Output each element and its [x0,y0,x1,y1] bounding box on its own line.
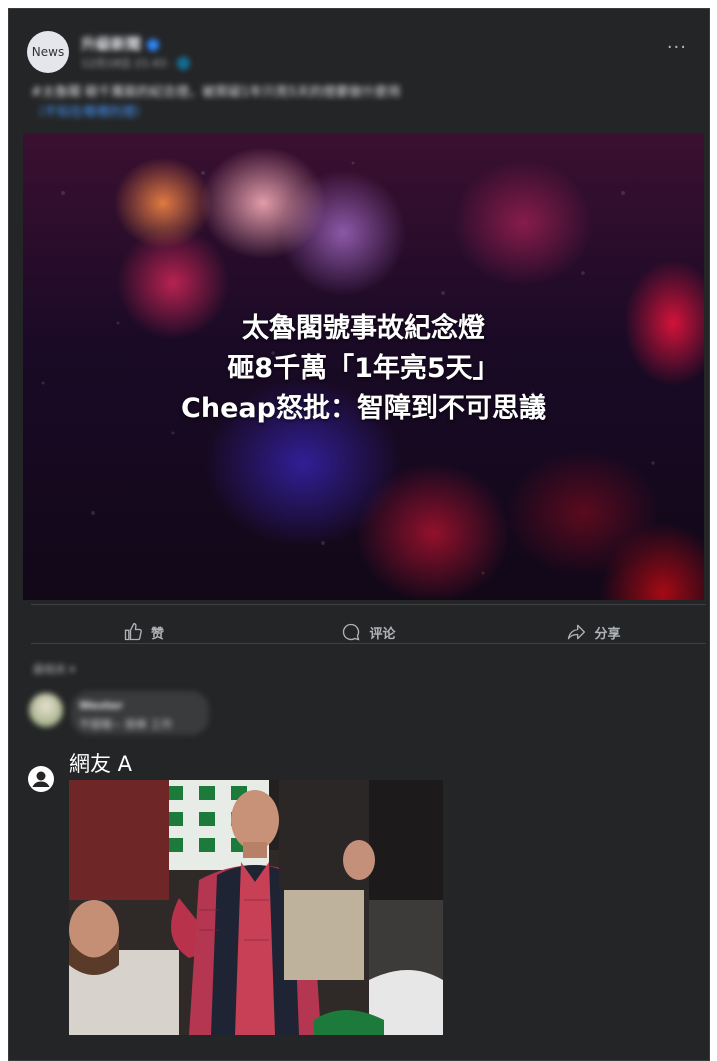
post-image[interactable]: 太魯閣號事故紀念燈 砸8千萬「1年亮5天」 Cheap怒批：智障到不可思議 [23,133,704,600]
image-headline: 太魯閣號事故紀念燈 砸8千萬「1年亮5天」 Cheap怒批：智障到不可思議 [23,309,704,429]
user-avatar-icon [28,766,54,792]
crowd-flag [167,812,183,826]
share-button[interactable]: 分享 [481,613,706,651]
page-name[interactable]: 升級新聞 [81,33,160,54]
post-caption-line2: （不知在哪裡的燈） [31,105,149,120]
headline-line-2: 砸8千萬「1年亮5天」 [227,353,500,384]
avatar-label: News [31,45,65,59]
comment-label: 评论 [369,626,396,642]
crowd-flag [199,786,215,800]
headline-line-3: Cheap怒批：智障到不可思議 [181,393,546,424]
comment-text: 不錯喔~ 很棒 工作 [79,718,173,731]
crowd-flag [167,838,183,852]
like-button[interactable]: 赞 [31,613,256,651]
divider-bottom [31,643,706,644]
comment-button[interactable]: 评论 [256,613,481,651]
crowd-flag [199,838,215,852]
post-caption-line1: #太魯閣 砸千萬裝的紀念燈，被質疑1年只亮5天的燈要做什麼用 [31,85,401,100]
like-label: 赞 [150,626,164,642]
commenter-avatar[interactable] [29,693,63,727]
more-options-icon[interactable]: ··· [667,37,687,58]
action-bar: 赞 评论 分享 [31,613,706,651]
frustrated-fan-illustration [69,780,443,1035]
share-label: 分享 [594,626,621,642]
commenter-name[interactable]: Wester [79,699,123,712]
netizen-name: 網友 A [69,752,133,776]
divider-top [31,604,706,605]
headline-line-1: 太魯閣號事故紀念燈 [242,313,485,344]
verified-badge-icon [147,38,160,51]
crowd-flag [199,812,215,826]
page-avatar[interactable]: News [27,31,69,73]
thumbs-up-icon [124,622,142,641]
meme-image[interactable] [69,780,443,1035]
page-name-text: 升級新聞 [81,35,142,53]
comment-sort-dropdown[interactable]: 最相关 ▾ [33,661,75,677]
crowd-flag [167,786,183,800]
post-timestamp[interactable]: 12月18日 21:43 · 🌐 [81,55,190,71]
post-caption: #太魯閣 砸千萬裝的紀念燈，被質疑1年只亮5天的燈要做什麼用 （不知在哪裡的燈） [31,83,671,123]
comment-icon [343,623,360,641]
facebook-post-card: News 升級新聞 12月18日 21:43 · 🌐 ··· #太魯閣 砸千萬裝… [8,8,710,1061]
share-arrow-icon [568,624,586,640]
